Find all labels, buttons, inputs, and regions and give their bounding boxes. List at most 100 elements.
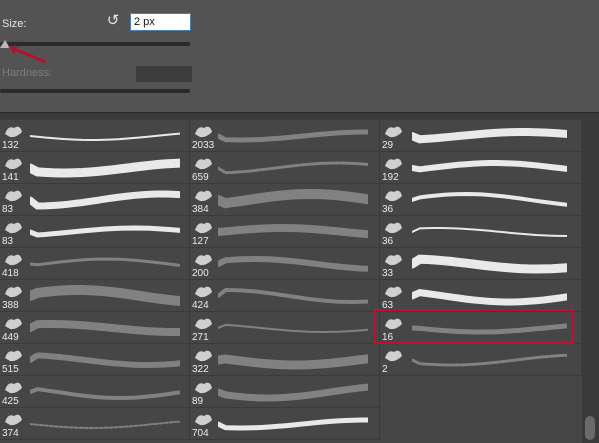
brush-tip-icon [195, 286, 212, 298]
brush-size-label: 36 [382, 236, 394, 247]
brush-tip-icon [195, 318, 212, 330]
brush-size-label: 89 [192, 396, 204, 407]
brush-size-label: 449 [2, 332, 19, 343]
brush-tip-icon [385, 254, 402, 266]
brush-stroke-preview [30, 190, 180, 210]
brush-stroke-preview [30, 225, 180, 238]
brush-stroke-preview [30, 158, 180, 178]
brush-size-label: 515 [2, 364, 19, 375]
brush-tip-icon [195, 126, 212, 138]
brush-tip-icon [385, 126, 402, 138]
brush-preset-col1-4[interactable]: 418 [0, 248, 190, 280]
brush-preset-col2-8[interactable]: 89 [190, 376, 380, 408]
brush-stroke-preview [30, 352, 180, 368]
brush-size-label: 33 [382, 268, 394, 279]
brush-stroke-preview [218, 161, 368, 175]
reset-icon[interactable]: ↺ [104, 12, 122, 30]
brush-stroke-preview [412, 289, 567, 306]
brush-tip-icon [195, 158, 212, 170]
brush-stroke-preview [30, 387, 180, 401]
brush-size-label: 659 [192, 172, 209, 183]
brush-tip-icon [385, 158, 402, 170]
brush-size-label: 2033 [192, 140, 215, 151]
brush-preset-grid: 132 141 83 83 418 388 449 515 425 374 2033 659 384 12… [0, 120, 599, 443]
brush-tip-icon [385, 350, 402, 362]
brush-preset-col3-1[interactable]: 192 [380, 152, 582, 184]
brush-tip-icon [5, 414, 22, 426]
brush-size-label: 83 [2, 204, 14, 215]
brush-stroke-preview [218, 354, 368, 370]
brush-stroke-preview [412, 191, 567, 207]
brush-tip-icon [5, 190, 22, 202]
scrollbar-thumb[interactable] [585, 416, 595, 440]
brush-stroke-preview [218, 417, 368, 431]
red-arrow-annotation [8, 46, 46, 64]
size-input[interactable]: 2 px [130, 13, 191, 31]
brush-size-label: 271 [192, 332, 209, 343]
brush-preset-col1-1[interactable]: 141 [0, 152, 190, 184]
brush-stroke-preview [218, 224, 368, 239]
brush-preset-col3-5[interactable]: 63 [380, 280, 582, 312]
brush-stroke-preview [412, 353, 567, 367]
brush-stroke-preview [30, 257, 180, 267]
size-label: Size: [2, 18, 27, 30]
brush-tip-icon [195, 222, 212, 234]
hardness-slider-track [0, 89, 190, 93]
brush-stroke-preview [218, 129, 368, 143]
brush-size-label: 2 [382, 364, 388, 375]
brush-size-label: 704 [192, 428, 209, 439]
brush-preset-col2-1[interactable]: 659 [190, 152, 380, 184]
brush-preset-col2-3[interactable]: 127 [190, 216, 380, 248]
brush-preset-col1-6[interactable]: 449 [0, 312, 190, 344]
brush-preset-col3-3[interactable]: 36 [380, 216, 582, 248]
brush-stroke-preview [218, 188, 368, 209]
brush-size-label: 322 [192, 364, 209, 375]
brush-stroke-preview [412, 128, 567, 144]
brush-tip-icon [195, 190, 212, 202]
brush-preset-col2-5[interactable]: 424 [190, 280, 380, 312]
brush-stroke-preview [30, 420, 180, 429]
brush-tip-icon [385, 286, 402, 298]
brush-preset-col3-7[interactable]: 2 [380, 344, 582, 376]
brush-tip-icon [5, 158, 22, 170]
brush-preset-col3-4[interactable]: 33 [380, 248, 582, 280]
brush-size-label: 200 [192, 268, 209, 279]
brush-size-label: 132 [2, 140, 19, 151]
brush-stroke-preview [30, 320, 180, 336]
brush-stroke-preview [30, 132, 180, 141]
brush-size-label: 36 [382, 204, 394, 215]
brush-tip-icon [5, 126, 22, 138]
brush-tip-icon [5, 350, 22, 362]
brush-tip-icon [195, 382, 212, 394]
brush-preset-col1-5[interactable]: 388 [0, 280, 190, 312]
scrollbar[interactable] [582, 120, 599, 443]
brush-tip-icon [195, 254, 212, 266]
hardness-input [136, 66, 192, 82]
brush-preset-col1-7[interactable]: 515 [0, 344, 190, 376]
brush-preset-col1-2[interactable]: 83 [0, 184, 190, 216]
brush-tip-icon [5, 382, 22, 394]
brush-stroke-preview [412, 160, 567, 173]
brush-preset-col2-2[interactable]: 384 [190, 184, 380, 216]
brush-preset-col1-9[interactable]: 374 [0, 408, 190, 440]
brush-preset-col2-4[interactable]: 200 [190, 248, 380, 280]
brush-preset-col3-0[interactable]: 29 [380, 120, 582, 152]
brush-tip-icon [385, 190, 402, 202]
brush-stroke-preview [30, 285, 180, 306]
brush-preset-col2-6[interactable]: 271 [190, 312, 380, 344]
brush-size-label: 418 [2, 268, 19, 279]
brush-preset-col3-2[interactable]: 36 [380, 184, 582, 216]
brush-size-label: 425 [2, 396, 19, 407]
brush-size-label: 141 [2, 172, 19, 183]
brush-preset-col2-9[interactable]: 704 [190, 408, 380, 440]
brush-preset-col2-0[interactable]: 2033 [190, 120, 380, 152]
brush-preset-col1-3[interactable]: 83 [0, 216, 190, 248]
brush-settings-panel: Size: ↺ 2 px Hardness: [0, 0, 599, 112]
brush-size-label: 192 [382, 172, 399, 183]
brush-stroke-preview [218, 323, 368, 334]
brush-preset-col1-0[interactable]: 132 [0, 120, 190, 152]
brush-tip-icon [195, 350, 212, 362]
brush-preset-col1-8[interactable]: 425 [0, 376, 190, 408]
brush-stroke-preview [218, 255, 368, 272]
brush-preset-col2-7[interactable]: 322 [190, 344, 380, 376]
